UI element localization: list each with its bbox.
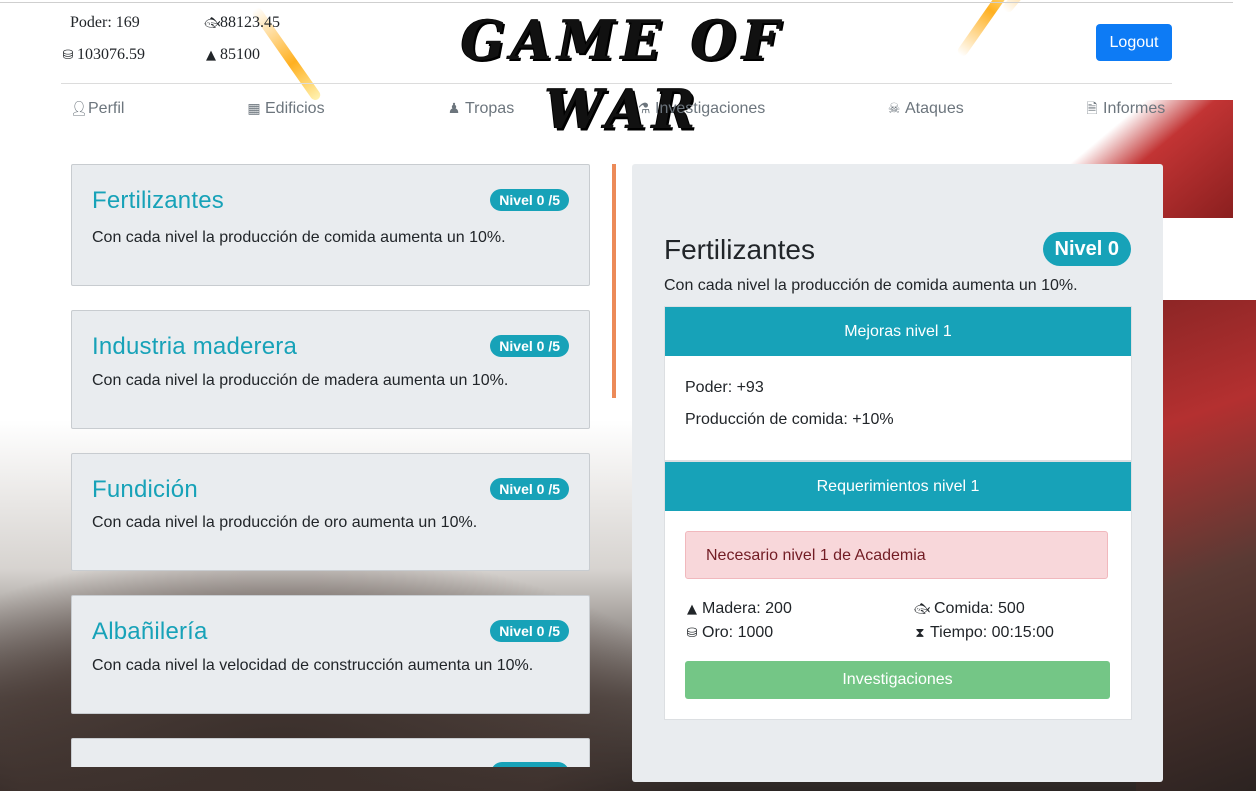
- improvements-header: Mejoras nivel 1: [665, 307, 1131, 356]
- wood-value: 85100: [220, 46, 260, 63]
- nav-item-label: Ataques: [905, 100, 964, 117]
- detail-level-badge: Nivel 0: [1042, 232, 1131, 266]
- wood-requirement-label: Madera: 200: [702, 600, 792, 617]
- research-button[interactable]: Investigaciones: [685, 661, 1110, 699]
- header: Poder: 169 🐟︎ 88123.45 ⛁ 103076.59 ▲ 851…: [0, 0, 1233, 142]
- fish-icon: 🐟︎: [913, 601, 931, 617]
- research-title: Fertilizantes: [92, 187, 224, 214]
- level-badge: Nivel 0 /5: [490, 478, 569, 500]
- file-icon: 🗎︎: [1086, 101, 1098, 117]
- requirement-alert: Necesario nivel 1 de Academia: [685, 531, 1108, 579]
- tree-icon: ▲: [687, 601, 697, 617]
- food-requirement-label: Comida: 500: [934, 600, 1025, 617]
- coins-icon: ⛁: [686, 625, 698, 641]
- level-badge: Nivel 0 /5: [490, 620, 569, 642]
- research-card-partial[interactable]: [71, 738, 590, 767]
- nav-item-ataques[interactable]: ☠ Ataques: [887, 96, 964, 122]
- level-badge: Nivel 0 /5: [490, 189, 569, 211]
- user-icon: 👤︎: [70, 101, 88, 117]
- detail-description: Con cada nivel la producción de comida a…: [664, 277, 1078, 294]
- nav-item-label: Tropas: [465, 100, 515, 117]
- gold-requirement: ⛁ Oro: 1000: [685, 624, 774, 642]
- research-card-fertilizantes[interactable]: Fertilizantes Nivel 0 /5 Con cada nivel …: [71, 164, 590, 286]
- research-description: Con cada nivel la producción de madera a…: [92, 372, 509, 389]
- list-scrollbar[interactable]: [612, 164, 616, 398]
- requirements-header: Requerimientos nivel 1: [665, 462, 1131, 511]
- power-improvement: Poder: +93: [685, 379, 764, 396]
- nav-item-tropas[interactable]: ♟ Tropas: [447, 96, 514, 122]
- tree-icon: ▲: [206, 47, 216, 63]
- wood-requirement: ▲ Madera: 200: [685, 600, 792, 618]
- nav-item-investigaciones[interactable]: ⚗ Investigaciones: [637, 96, 766, 122]
- research-title: Fundición: [92, 476, 198, 503]
- improvements-box: Mejoras nivel 1 Poder: +93 Producción de…: [664, 306, 1132, 461]
- gold-stat: ⛁ 103076.59: [61, 46, 145, 64]
- research-detail-panel: Fertilizantes Nivel 0 Con cada nivel la …: [632, 164, 1163, 782]
- research-card-fundicion[interactable]: Fundición Nivel 0 /5 Con cada nivel la p…: [71, 453, 590, 571]
- wood-stat: ▲ 85100: [204, 46, 260, 64]
- production-improvement: Producción de comida: +10%: [685, 411, 894, 428]
- ninja-icon: ☠: [887, 101, 901, 117]
- logout-button[interactable]: Logout: [1096, 24, 1172, 61]
- nav-item-label: Informes: [1103, 100, 1166, 117]
- gold-requirement-label: Oro: 1000: [702, 624, 774, 641]
- food-stat: 🐟︎ 88123.45: [204, 14, 280, 32]
- level-badge: Nivel 0 /5: [490, 335, 569, 357]
- research-title: Albañilería: [92, 618, 208, 645]
- flask-icon: ⚗: [637, 101, 651, 117]
- time-requirement-label: Tiempo: 00:15:00: [930, 624, 1054, 641]
- nav-item-perfil[interactable]: 👤︎ Perfil: [70, 96, 124, 122]
- research-card-albanileria[interactable]: Albañilería Nivel 0 /5 Con cada nivel la…: [71, 595, 590, 714]
- gold-value: 103076.59: [77, 46, 145, 63]
- research-description: Con cada nivel la velocidad de construcc…: [92, 657, 534, 674]
- fish-icon: 🐟︎: [204, 15, 221, 31]
- power-stat: Poder: 169: [70, 14, 140, 32]
- food-value: 88123.45: [220, 14, 280, 31]
- hourglass-icon: ⧗: [915, 625, 925, 641]
- game-logo: GAME OF WAR: [460, 8, 786, 142]
- research-card-industria-maderera[interactable]: Industria maderera Nivel 0 /5 Con cada n…: [71, 310, 590, 429]
- research-list: Fertilizantes Nivel 0 /5 Con cada nivel …: [71, 164, 590, 767]
- requirements-box: Requerimientos nivel 1 Necesario nivel 1…: [664, 461, 1132, 720]
- nav-item-label: Edificios: [265, 100, 325, 117]
- nav-item-informes[interactable]: 🗎︎ Informes: [1085, 96, 1165, 122]
- soldier-icon: ♟: [447, 101, 461, 117]
- food-requirement: 🐟︎ Comida: 500: [913, 600, 1025, 618]
- building-icon: ▦: [247, 101, 261, 117]
- research-description: Con cada nivel la producción de oro aume…: [92, 514, 478, 531]
- header-divider: [61, 83, 1172, 84]
- coins-icon: ⛁: [62, 47, 74, 63]
- time-requirement: ⧗ Tiempo: 00:15:00: [913, 624, 1054, 642]
- research-description: Con cada nivel la producción de comida a…: [92, 229, 506, 246]
- research-title: Industria maderera: [92, 333, 298, 360]
- nav-item-label: Perfil: [88, 100, 125, 117]
- level-badge: [491, 762, 569, 767]
- nav-item-label: Investigaciones: [655, 100, 766, 117]
- power-value: Poder: 169: [70, 14, 140, 31]
- detail-title: Fertilizantes: [664, 234, 815, 265]
- nav-item-edificios[interactable]: ▦ Edificios: [247, 96, 325, 122]
- main-nav: 👤︎ Perfil ▦ Edificios ♟ Tropas ⚗ Investi…: [0, 96, 1233, 122]
